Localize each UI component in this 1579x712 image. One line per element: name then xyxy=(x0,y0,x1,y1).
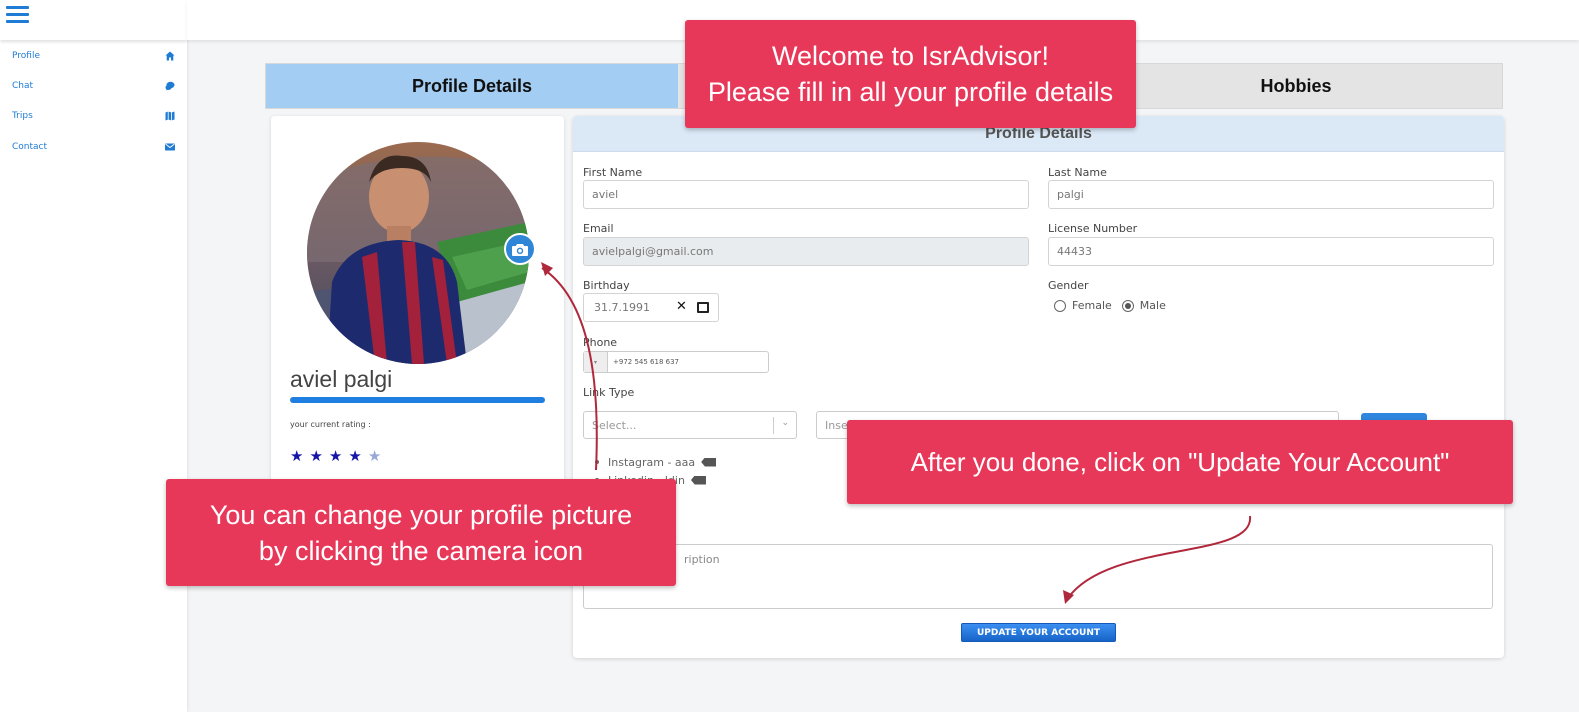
sidebar-item-contact[interactable]: Contact xyxy=(12,139,175,155)
gender-male-radio[interactable] xyxy=(1121,299,1134,312)
rating-label: your current rating : xyxy=(290,420,371,429)
map-icon xyxy=(165,111,175,121)
sidebar-item-trips[interactable]: Trips xyxy=(12,108,175,124)
email-label: Email xyxy=(583,222,614,235)
link-url-placeholder: Inse xyxy=(825,418,848,432)
tab-hobbies[interactable]: Hobbies xyxy=(1090,64,1502,108)
country-code-dropdown[interactable]: ▾ xyxy=(584,352,608,372)
last-name-label: Last Name xyxy=(1048,166,1107,179)
chat-icon xyxy=(165,81,175,91)
delete-link-icon[interactable] xyxy=(690,475,706,485)
first-name-input[interactable]: aviel xyxy=(583,180,1029,209)
sidebar-item-label: Trips xyxy=(12,111,33,121)
profile-form: Profile Details First Name aviel Last Na… xyxy=(573,116,1504,658)
sidebar-header xyxy=(0,0,187,40)
profile-picture-callout: You can change your profile picture by c… xyxy=(166,479,676,586)
birthday-value: 31.7.1991 xyxy=(594,301,650,314)
link-type-placeholder: Select... xyxy=(592,418,637,432)
delete-link-icon[interactable] xyxy=(701,457,717,467)
gender-radio-group: Female Male xyxy=(1054,299,1166,312)
sidebar-item-chat[interactable]: Chat xyxy=(12,78,175,94)
rating-stars: ★ ★ ★ ★ ★ xyxy=(290,449,381,464)
hamburger-menu-icon[interactable] xyxy=(6,6,29,24)
birthday-picker[interactable]: 31.7.1991 ✕ xyxy=(583,293,719,322)
sidebar-item-label: Chat xyxy=(12,81,34,91)
picture-line-2: by clicking the camera icon xyxy=(258,535,584,566)
welcome-line-2: Please fill in all your profile details xyxy=(707,77,1114,107)
license-number-input[interactable]: 44433 xyxy=(1048,237,1494,266)
home-icon xyxy=(165,51,175,61)
calendar-icon[interactable] xyxy=(697,302,709,313)
profile-card: aviel palgi your current rating : ★ ★ ★ … xyxy=(271,116,564,486)
picture-line-1: You can change your profile picture xyxy=(209,499,633,530)
sidebar-item-profile[interactable]: Profile xyxy=(12,48,175,64)
gender-male-label: Male xyxy=(1139,299,1166,312)
star-icon[interactable]: ★ xyxy=(290,449,303,464)
phone-input[interactable]: ▾ +972 545 618 637 xyxy=(583,351,769,373)
profile-picture[interactable] xyxy=(307,142,529,364)
star-icon[interactable]: ★ xyxy=(329,449,342,464)
camera-icon[interactable] xyxy=(504,233,536,265)
sidebar-item-label: Contact xyxy=(12,142,48,152)
birthday-label: Birthday xyxy=(583,279,630,292)
gender-female-radio[interactable] xyxy=(1054,299,1066,312)
first-name-label: First Name xyxy=(583,166,643,179)
tab-profile-details[interactable]: Profile Details xyxy=(266,64,678,108)
gender-label: Gender xyxy=(1048,279,1089,292)
update-account-button[interactable]: UPDATE YOUR ACCOUNT xyxy=(961,623,1116,642)
description-textarea[interactable]: ription xyxy=(583,544,1493,609)
sidebar-item-label: Profile xyxy=(12,51,40,61)
phone-number: +972 545 618 637 xyxy=(613,358,679,366)
link-type-label: Link Type xyxy=(583,386,635,399)
name-underline xyxy=(290,397,545,403)
star-icon[interactable]: ★ xyxy=(348,449,361,464)
envelope-icon xyxy=(165,142,175,152)
half-star-icon[interactable]: ★ xyxy=(368,449,381,464)
email-input: avielpalgi@gmail.com xyxy=(583,237,1029,266)
gender-female-label: Female xyxy=(1072,299,1112,312)
sidebar: Profile Chat Trips Contact xyxy=(0,0,187,712)
select-separator xyxy=(773,417,774,434)
update-callout-text: After you done, click on "Update Your Ac… xyxy=(910,447,1450,477)
link-text: Instagram - aaa xyxy=(608,455,696,469)
chevron-down-icon: ⌄ xyxy=(781,418,789,428)
user-name: aviel palgi xyxy=(290,366,393,392)
star-icon[interactable]: ★ xyxy=(309,449,322,464)
link-type-select[interactable]: Select... ⌄ xyxy=(583,411,797,439)
list-item: Instagram - aaa xyxy=(595,453,717,471)
welcome-line-1: Welcome to IsrAdvisor! xyxy=(771,41,1050,71)
clear-icon[interactable]: ✕ xyxy=(676,299,687,314)
phone-label: Phone xyxy=(583,336,618,349)
license-number-label: License Number xyxy=(1048,222,1138,235)
last-name-input[interactable]: palgi xyxy=(1048,180,1494,209)
update-account-callout: After you done, click on "Update Your Ac… xyxy=(847,420,1513,504)
welcome-callout: Welcome to IsrAdvisor! Please fill in al… xyxy=(685,20,1136,128)
